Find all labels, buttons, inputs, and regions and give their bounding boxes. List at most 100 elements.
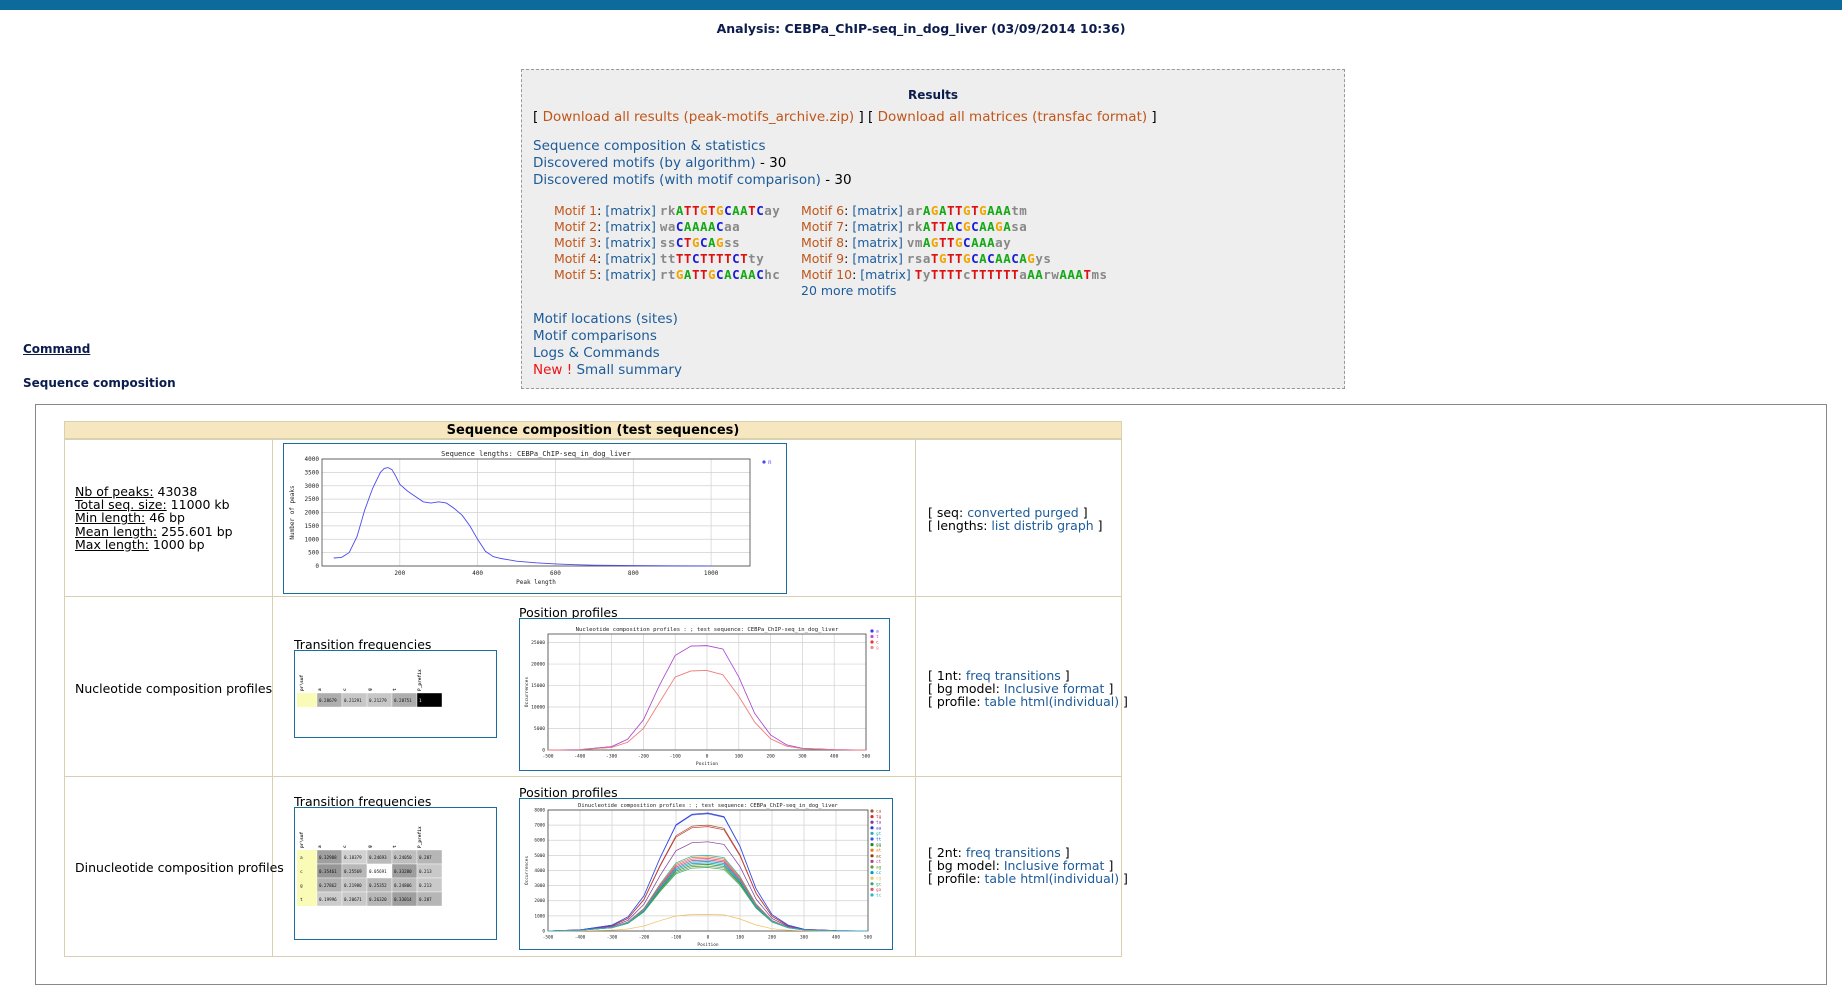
legend-marker [870, 645, 874, 650]
transition-value: 0.26320 [369, 897, 387, 902]
dinuc-table-link[interactable]: table [985, 871, 1017, 886]
legend-label: aa [876, 826, 882, 831]
dinuc-html-link[interactable]: html(individual) [1020, 871, 1119, 886]
download-all-results-link[interactable]: Download all results (peak-motifs_archiv… [543, 109, 855, 125]
motif-matrix-link[interactable]: [matrix] [605, 267, 656, 282]
composition-table-title: Sequence composition (test sequences) [64, 421, 1122, 439]
motif-locations-link[interactable]: Motif locations (sites) [533, 311, 678, 327]
motif-label[interactable]: Motif 2 [554, 219, 597, 234]
legend-marker [870, 887, 874, 891]
discovered-motifs-algorithm-link[interactable]: Discovered motifs (by algorithm) [533, 155, 756, 171]
motif-label[interactable]: Motif 6 [801, 203, 844, 218]
logs-commands-link[interactable]: Logs & Commands [533, 345, 660, 361]
x-tick-label: 0 [707, 934, 710, 940]
legend-label: ga [876, 888, 882, 893]
small-summary-link[interactable]: Small summary [576, 362, 682, 378]
sequence-length-chart: Sequence lengths: CEBPa_ChIP-seq_in_dog_… [289, 450, 772, 586]
discovered-motifs-algorithm-count: - 30 [755, 155, 787, 171]
motif-matrix-link[interactable]: [matrix] [605, 203, 656, 218]
motif-label[interactable]: Motif 5 [554, 267, 597, 282]
motif-matrix-link[interactable]: [matrix] [852, 251, 903, 266]
motif-label[interactable]: Motif 9 [801, 251, 844, 266]
legend-label: at [876, 848, 882, 854]
y-tick-label: 1000 [305, 536, 320, 543]
y-tick-label: 5000 [534, 853, 545, 859]
legend-marker [870, 854, 874, 858]
motif-matrix-link[interactable]: [matrix] [852, 235, 903, 250]
analysis-title: Analysis: CEBPa_ChIP-seq_in_dog_liver (0… [716, 21, 1126, 36]
motif-consensus-logo: rkATTGTGCAATCay [659, 203, 781, 218]
legend-label: g [876, 646, 879, 651]
motif-matrix-link[interactable]: [matrix] [605, 219, 656, 234]
nt-html-link[interactable]: html(individual) [1020, 694, 1119, 709]
x-tick-label: 500 [864, 934, 872, 940]
legend-marker [870, 865, 874, 869]
motif-row: Motif 3: [matrix] ssCTGCAGss [554, 235, 741, 250]
dinuc-transition-frame: pr\suf a c g t P_prefix a 0.32908 0.18379 0.24693… [294, 807, 497, 940]
motif-label[interactable]: Motif 3 [554, 235, 597, 250]
transition-header: t [392, 845, 398, 848]
x-tick-label: 300 [800, 934, 808, 940]
lengths-distrib-link[interactable]: distrib [1014, 518, 1053, 533]
transition-value: 0.35461 [319, 869, 337, 874]
motif-matrix-link[interactable]: [matrix] [860, 267, 911, 282]
transition-header: c [343, 688, 348, 691]
legend-marker [870, 837, 874, 841]
transition-header: g [368, 845, 373, 848]
motif-row: Motif 1: [matrix] rkATTGTGCAATCay [554, 203, 781, 218]
motif-label[interactable]: Motif 7 [801, 219, 844, 234]
motif-label[interactable]: Motif 10 [801, 267, 852, 282]
legend-label: cc [876, 871, 882, 876]
results-panel: Results [ Download all results (peak-mot… [521, 69, 1345, 389]
download-all-matrices-link[interactable]: Download all matrices (transfac format) [878, 109, 1148, 125]
legend-label: a [876, 630, 879, 635]
y-axis-label: Occurrences [524, 856, 530, 885]
nt-actions: [ 1nt: freq transitions ] [ bg model: In… [928, 668, 1128, 709]
x-tick-label: -500 [543, 934, 554, 940]
nt-table-link[interactable]: table [985, 694, 1017, 709]
motif-matrix-link[interactable]: [matrix] [852, 203, 903, 218]
x-tick-label: 600 [550, 570, 561, 577]
x-tick-label: -400 [574, 754, 585, 760]
lengths-list-link[interactable]: list [991, 518, 1009, 533]
motif-label[interactable]: Motif 4 [554, 251, 597, 266]
y-tick-label: 15000 [531, 683, 545, 689]
lengths-graph-link[interactable]: graph [1057, 518, 1094, 533]
transition-value: 0.213 [419, 869, 432, 874]
length-chart-frame: Sequence lengths: CEBPa_ChIP-seq_in_dog_… [283, 443, 787, 594]
y-tick-label: 20000 [531, 662, 545, 668]
motif-matrix-link[interactable]: [matrix] [605, 251, 656, 266]
legend-marker [870, 634, 874, 639]
transition-value: 0.32908 [319, 855, 337, 860]
command-link[interactable]: Command [23, 342, 90, 356]
legend-label: ct [876, 859, 882, 865]
transition-value: 0.21279 [369, 698, 387, 703]
more-motifs-link[interactable]: 20 more motifs [801, 283, 896, 298]
transition-value: 0.28751 [394, 698, 412, 703]
sequence-composition-link[interactable]: Sequence composition & statistics [533, 138, 765, 154]
series-line-n [333, 467, 712, 567]
motif-label[interactable]: Motif 8 [801, 235, 844, 250]
transition-value: 0.21980 [344, 883, 362, 888]
motif-matrix-link[interactable]: [matrix] [852, 219, 903, 234]
legend-label: gc [876, 882, 882, 887]
motif-matrix-link[interactable]: [matrix] [605, 235, 656, 250]
motif-consensus-logo: arAGATTGTGAAAtm [906, 203, 1028, 218]
motif-comparisons-link[interactable]: Motif comparisons [533, 328, 657, 344]
y-tick-label: 4000 [305, 456, 320, 463]
y-tick-label: 10000 [531, 705, 545, 711]
transition-header: P_prefix [417, 826, 423, 848]
y-tick-label: 3000 [305, 483, 320, 490]
transition-prefix: g [300, 884, 303, 889]
y-tick-label: 500 [308, 550, 319, 557]
transition-header: P_prefix [417, 669, 423, 691]
transition-header: pr\suf [299, 674, 305, 691]
motif-label[interactable]: Motif 1 [554, 203, 597, 218]
x-tick-label: 500 [862, 754, 871, 760]
x-tick-label: -400 [575, 934, 586, 940]
x-tick-label: -100 [670, 754, 681, 760]
y-axis-label: Occurrences [524, 677, 530, 708]
discovered-motifs-comparison-link[interactable]: Discovered motifs (with motif comparison… [533, 172, 821, 188]
transition-value: 0.24693 [369, 855, 387, 860]
nt-profile-frame: Nucleotide composition profiles : ; test… [519, 618, 890, 771]
